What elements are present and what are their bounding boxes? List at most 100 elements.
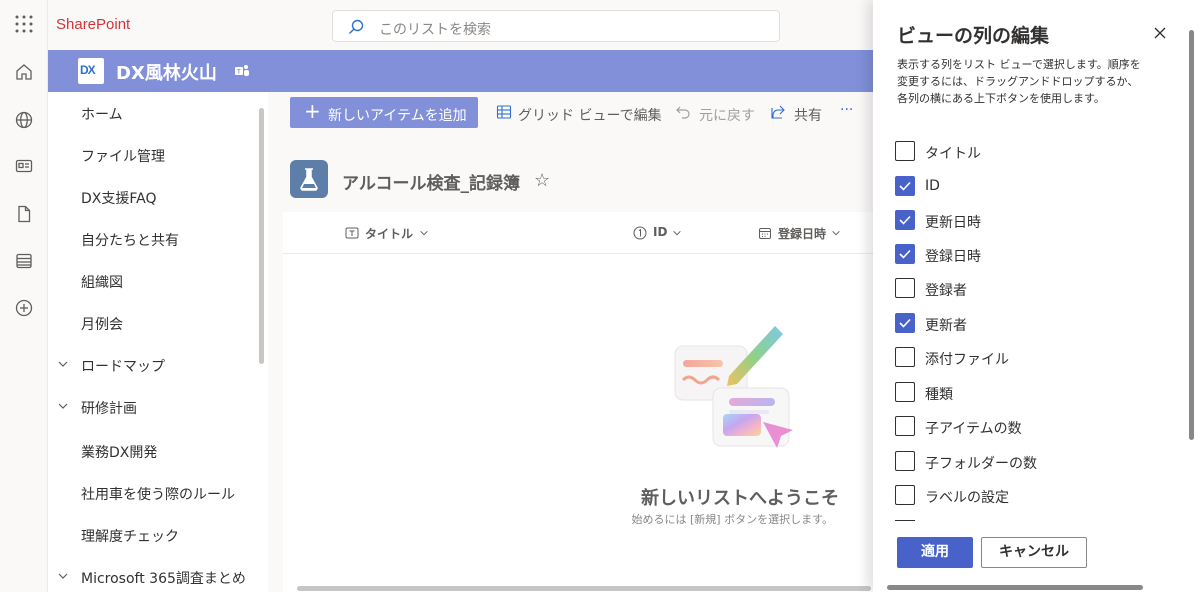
column-option-label: 更新日時 [925,215,981,231]
chevron-down-icon[interactable] [419,228,429,238]
column-option-type[interactable]: 種類 [895,382,1155,404]
plus-icon: + [304,99,321,123]
column-option-label: ID [925,178,940,194]
column-option-label: 添付ファイル [925,352,1009,368]
undo-button[interactable]: 元に戻す [699,105,755,125]
add-icon[interactable] [14,298,34,318]
home-icon[interactable] [14,62,34,82]
edit-view-columns-panel: ビューの列の編集 表示する列をリスト ビューで選択します。順序を変更するには、ド… [873,0,1200,592]
checkbox[interactable] [895,141,915,161]
nav-item-home[interactable]: ホーム [48,92,258,134]
checkbox-checked[interactable] [895,313,915,333]
chevron-down-icon[interactable] [57,358,69,370]
column-option-label-setting[interactable]: ラベルの設定 [895,485,1155,507]
nav-item-label: Microsoft 365調査まとめ [81,571,246,587]
checkbox[interactable] [895,382,915,402]
nav-item-label: 組織図 [81,275,123,291]
list-horizontal-scrollbar[interactable] [283,584,873,592]
nav-item-label: 月例会 [81,317,123,333]
list-scrollbar-thumb[interactable] [297,586,871,591]
nav-item-label: 理解度チェック [81,529,179,545]
calendar-column-icon [759,228,771,239]
checkbox-checked[interactable] [895,244,915,264]
app-launcher-icon[interactable] [14,14,34,34]
column-option-title[interactable]: タイトル [895,141,1155,163]
next-checkbox-partial [895,520,915,522]
list-icon[interactable] [14,251,34,271]
nav-item-dx-faq[interactable]: DX支援FAQ [48,176,258,218]
news-icon[interactable] [14,156,34,176]
column-option-child-folders[interactable]: 子フォルダーの数 [895,451,1155,473]
grid-icon [496,105,512,119]
nav-scrollbar-thumb[interactable] [259,108,264,364]
column-header-created[interactable]: 登録日時 [778,225,826,242]
nav-scrollbar[interactable] [258,96,264,592]
panel-vertical-scrollbar[interactable] [1189,30,1195,450]
search-placeholder: このリストを検索 [379,22,491,38]
new-item-button[interactable]: + 新しいアイテムを追加 [290,97,478,128]
teams-icon[interactable]: T [234,63,250,79]
close-icon[interactable] [1152,25,1168,41]
chevron-down-icon[interactable] [831,228,841,238]
checkbox[interactable] [895,416,915,436]
panel-description: 表示する列をリスト ビューで選択します。順序を変更するには、ドラッグアンドドロッ… [897,58,1141,105]
site-logo-text: DX [80,63,96,77]
nav-item-training-plan[interactable]: 研修計画 [48,386,258,428]
nav-item-shared[interactable]: 自分たちと共有 [48,218,258,260]
site-header: DX DX風林火山 T [48,50,873,92]
globe-icon[interactable] [14,110,34,130]
chevron-down-icon[interactable] [57,570,69,582]
checkbox[interactable] [895,347,915,367]
grid-edit-button[interactable]: グリッド ビューで編集 [518,105,662,125]
checkbox[interactable] [895,485,915,505]
app-brand[interactable]: SharePoint [56,16,130,33]
panel-horizontal-scrollbar[interactable] [887,584,1143,590]
nav-item-file-management[interactable]: ファイル管理 [48,134,258,176]
nav-item-m365-survey[interactable]: Microsoft 365調査まとめ [48,556,258,592]
checkmark-icon [899,215,911,225]
checkbox[interactable] [895,278,915,298]
panel-scrollbar-thumb[interactable] [1189,30,1194,440]
checkbox[interactable] [895,451,915,471]
site-title[interactable]: DX風林火山 [116,59,217,85]
column-option-id[interactable]: ID [895,176,1155,198]
cancel-button[interactable]: キャンセル [981,537,1087,568]
nav-item-business-dx[interactable]: 業務DX開発 [48,430,258,472]
nav-item-roadmap[interactable]: ロードマップ [48,344,258,386]
column-option-editor[interactable]: 更新者 [895,313,1155,335]
column-option-modified[interactable]: 更新日時 [895,210,1155,232]
column-option-attachments[interactable]: 添付ファイル [895,347,1155,369]
nav-item-label: DX支援FAQ [81,191,157,207]
chevron-down-icon[interactable] [57,400,69,412]
column-header-title[interactable]: タイトル [365,225,413,242]
nav-item-car-rules[interactable]: 社用車を使う際のルール [48,472,258,514]
share-button[interactable]: 共有 [794,105,822,125]
column-header-id[interactable]: ID [653,225,667,239]
apply-button[interactable]: 適用 [897,537,973,568]
column-option-created[interactable]: 登録日時 [895,244,1155,266]
column-option-label: タイトル [925,146,981,162]
panel-hscrollbar-thumb[interactable] [887,585,1143,590]
column-option-author[interactable]: 登録者 [895,278,1155,300]
column-option-label: 登録者 [925,283,967,299]
site-logo[interactable]: DX [78,58,104,84]
chevron-down-icon[interactable] [672,228,682,238]
checkbox-checked[interactable] [895,176,915,196]
nav-item-comprehension-check[interactable]: 理解度チェック [48,514,258,556]
search-box[interactable]: このリストを検索 [332,10,780,42]
column-option-child-items[interactable]: 子アイテムの数 [895,416,1155,438]
checkbox-checked[interactable] [895,210,915,230]
command-bar: + 新しいアイテムを追加 グリッド ビューで編集 元に戻す 共有 ··· [280,92,873,132]
list-view: タイトル ID 登録日時 新しいリストへようこそ 始めるには [新規] ボタンを… [283,212,873,592]
more-actions-button[interactable]: ··· [840,102,853,118]
nav-item-label: 業務DX開発 [81,445,158,461]
document-icon[interactable] [14,204,34,224]
list-icon-tile [290,160,328,198]
checkmark-icon [899,318,911,328]
nav-item-org-chart[interactable]: 組織図 [48,260,258,302]
nav-item-monthly-meeting[interactable]: 月例会 [48,302,258,344]
list-title: アルコール検査_記録簿 [342,174,520,194]
panel-title: ビューの列の編集 [897,25,1050,47]
flask-icon [300,168,318,191]
favorite-star-icon[interactable]: ☆ [534,170,550,191]
